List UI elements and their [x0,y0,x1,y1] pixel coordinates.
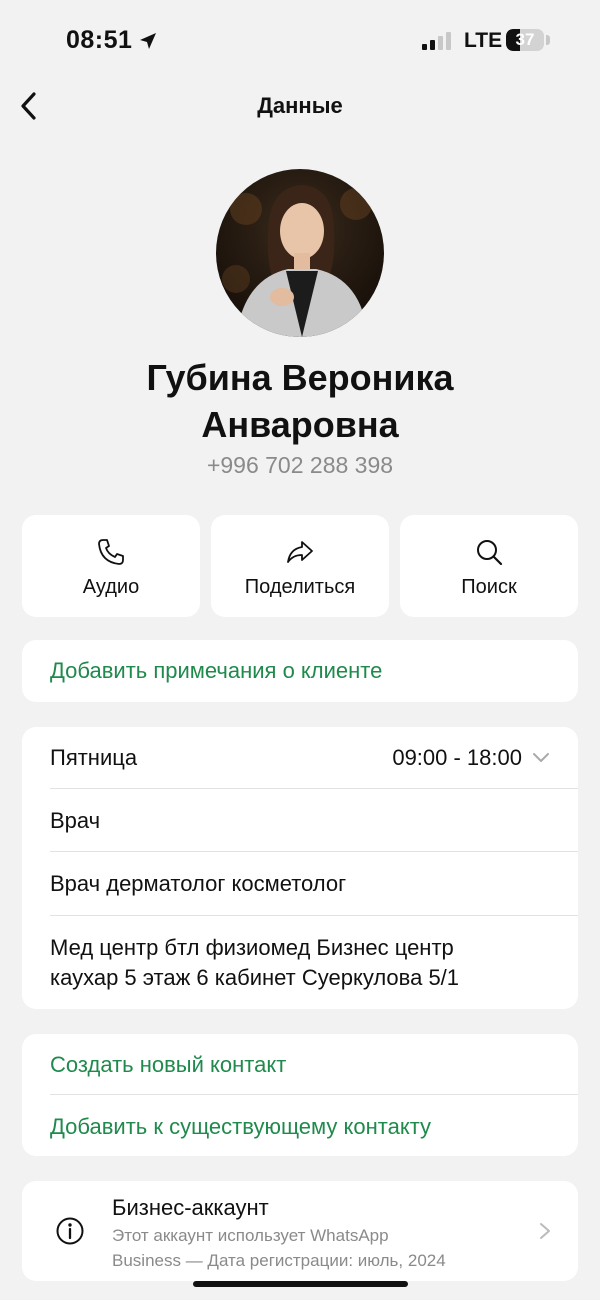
share-icon [287,541,313,563]
contact-actions-card: Создать новый контакт Добавить к существ… [22,1034,578,1156]
business-account-subtitle-line1: Этот аккаунт использует WhatsApp [112,1226,389,1245]
create-contact-link[interactable]: Создать новый контакт [50,1052,286,1078]
home-indicator[interactable] [193,1281,408,1287]
add-to-existing-contact-link[interactable]: Добавить к существующему контакту [50,1114,431,1140]
business-hours-day: Пятница [50,745,138,770]
share-label: Поделиться [244,576,356,598]
divider [50,851,578,852]
location-arrow-icon [140,33,156,49]
chevron-right-icon [540,1223,550,1239]
search-label: Поиск [461,576,517,598]
battery-cap [546,35,550,45]
battery-icon: 37 [506,29,544,51]
info-icon [56,1217,84,1245]
contact-name-line1: Губина Вероника [146,357,454,398]
phone-icon [98,539,124,565]
avatar-photo [222,185,372,337]
business-hours-time: 09:00 - 18:00 [392,745,522,770]
search-button[interactable] [400,515,578,617]
business-account-card[interactable]: Бизнес-аккаунт Этот аккаунт использует W… [22,1181,578,1281]
status-bar: 08:51 LTE 37 [0,0,600,80]
business-account-subtitle-line2: Business — Дата регистрации: июль, 2024 [112,1251,446,1270]
divider [50,1094,578,1095]
divider [50,915,578,916]
cellular-signal-icon [422,32,451,50]
contact-phone: +996 702 288 398 [206,452,394,478]
search-icon [477,540,503,566]
chevron-down-icon[interactable] [531,747,551,767]
status-time: 08:51 [66,26,133,54]
add-notes-link[interactable]: Добавить примечания о клиенте [50,658,382,684]
business-account-title: Бизнес-аккаунт [112,1195,269,1220]
business-category: Врач [50,808,101,833]
battery-percent: 37 [515,30,535,49]
avatar[interactable] [216,169,384,337]
notes-card: Добавить примечания о клиенте [22,640,578,702]
business-description: Врач дерматолог косметолог [50,871,347,896]
business-address[interactable]: Мед центр бтл физиомед Бизнес центр каух… [50,933,459,993]
audio-call-button[interactable] [22,515,200,617]
share-button[interactable] [211,515,389,617]
contact-name-line2: Анваровна [201,404,399,445]
page-title: Данные [257,93,343,118]
divider [50,788,578,789]
business-info-card: Пятница 09:00 - 18:00 Врач Врач дерматол… [22,727,578,1009]
network-type: LTE [464,29,503,52]
business-account-subtitle: Этот аккаунт использует WhatsApp Busines… [112,1223,512,1273]
audio-label: Аудио [82,576,140,598]
address-line2: каухар 5 этаж 6 кабинет Суеркулова 5/1 [50,965,460,990]
address-line1: Мед центр бтл физиомед Бизнес центр [50,935,454,960]
contact-name: Губина Вероника Анваровна [0,354,600,448]
